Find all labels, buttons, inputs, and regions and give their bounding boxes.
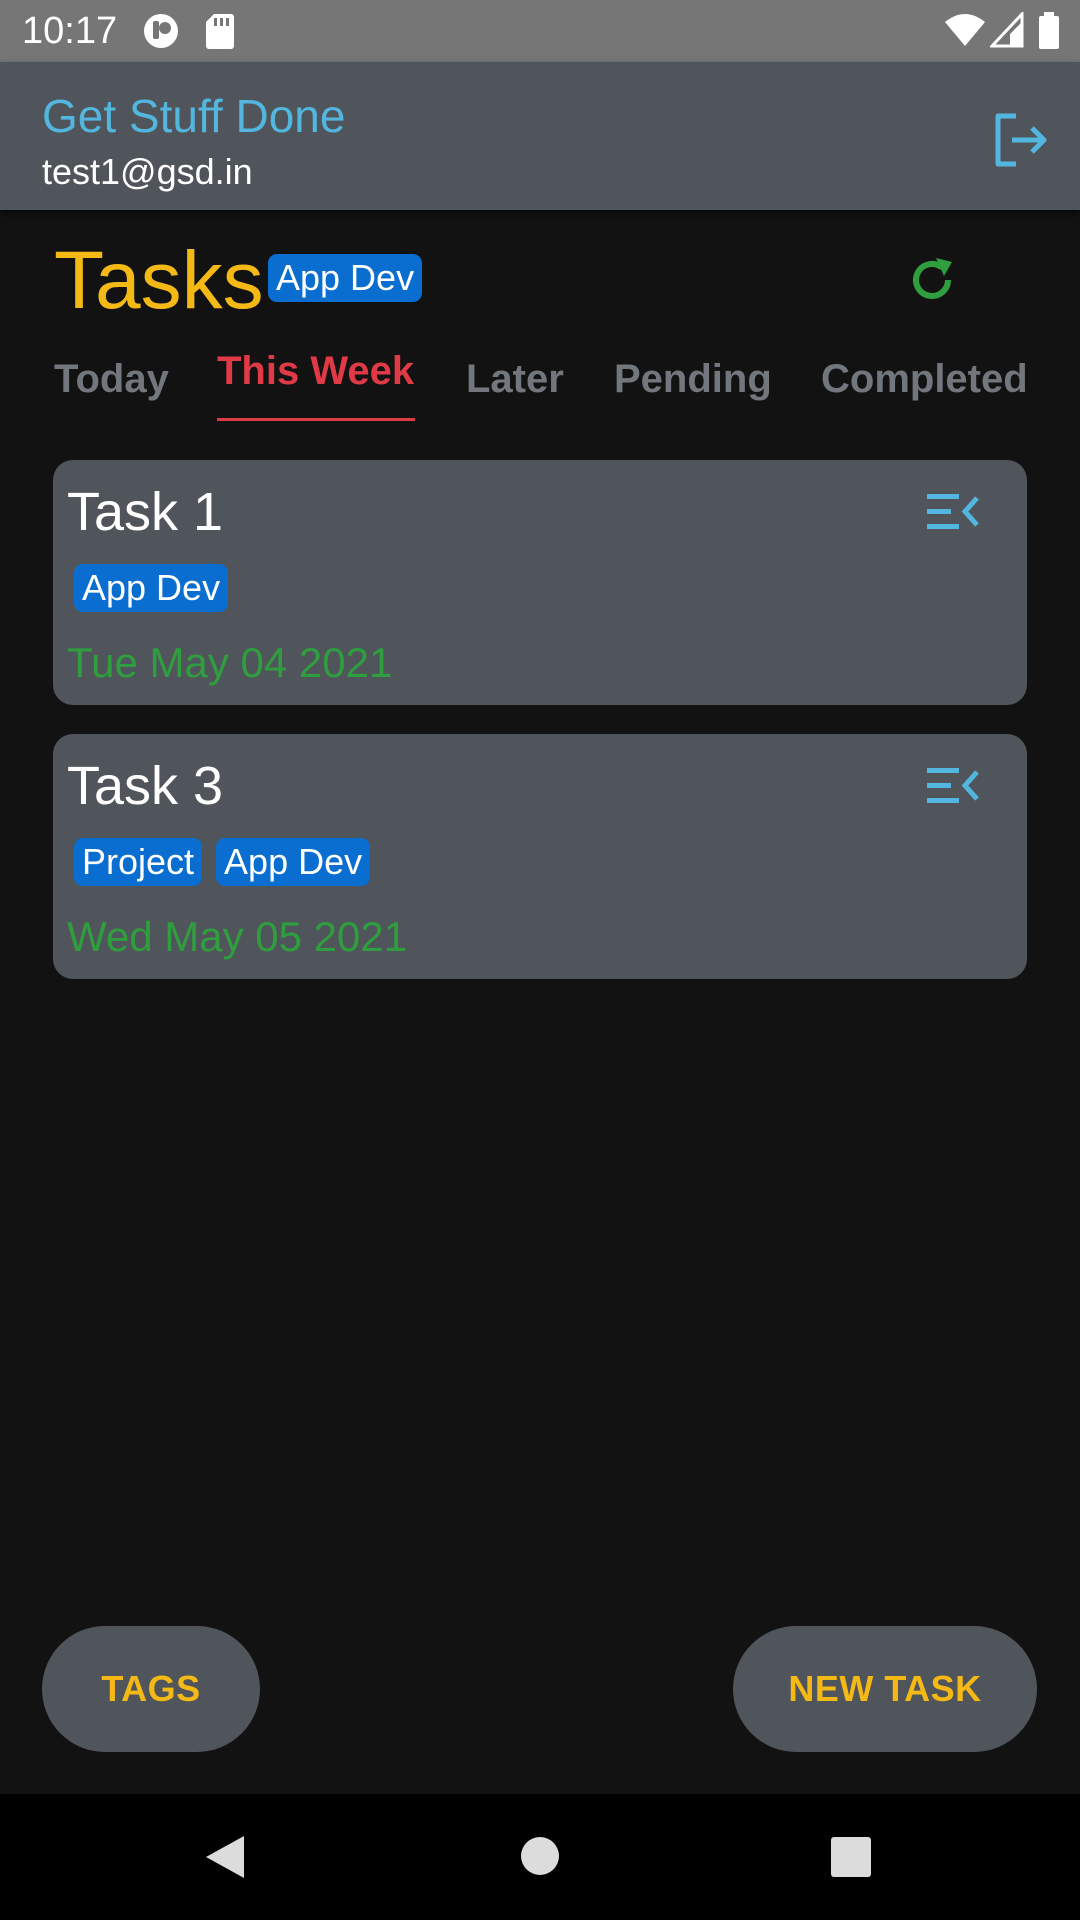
system-nav-bar <box>0 1794 1080 1920</box>
wifi-icon <box>945 14 985 46</box>
task-card[interactable]: Task 3 Project App Dev Wed May 05 2021 <box>53 734 1027 979</box>
battery-icon <box>1039 12 1059 49</box>
menu-collapse-icon[interactable] <box>925 762 981 810</box>
active-tab-indicator <box>217 418 415 421</box>
status-bar: 10:17 <box>0 0 1080 62</box>
task-tag[interactable]: Project <box>74 838 203 886</box>
tab-later[interactable]: Later <box>466 354 564 404</box>
refresh-icon[interactable] <box>906 254 958 306</box>
task-due-date: Wed May 05 2021 <box>67 913 408 960</box>
back-icon[interactable] <box>204 1834 246 1880</box>
task-tag[interactable]: App Dev <box>74 564 229 612</box>
task-title: Task 1 <box>67 482 224 542</box>
tab-pending[interactable]: Pending <box>614 354 772 404</box>
task-tag[interactable]: App Dev <box>216 838 371 886</box>
home-icon[interactable] <box>520 1836 560 1876</box>
cell-signal-icon <box>990 12 1024 48</box>
app-bar: Get Stuff Done test1@gsd.in <box>0 62 1080 210</box>
app-title: Get Stuff Done <box>42 90 346 142</box>
tab-this-week[interactable]: This Week <box>217 346 414 396</box>
status-time: 10:17 <box>22 10 118 52</box>
sd-card-icon <box>206 14 234 49</box>
task-tags: App Dev <box>74 564 242 612</box>
user-email: test1@gsd.in <box>42 151 253 192</box>
logout-icon[interactable] <box>990 110 1050 170</box>
task-tags: Project App Dev <box>74 838 384 886</box>
notification-app-icon <box>144 14 178 48</box>
tab-completed[interactable]: Completed <box>821 354 1028 404</box>
tags-button[interactable]: TAGS <box>42 1626 260 1752</box>
task-due-date: Tue May 04 2021 <box>67 639 393 686</box>
task-title: Task 3 <box>67 756 224 816</box>
task-card[interactable]: Task 1 App Dev Tue May 04 2021 <box>53 460 1027 705</box>
tab-bar: Today This Week Later Pending Completed <box>0 346 1080 426</box>
menu-collapse-icon[interactable] <box>925 488 981 536</box>
page-title: Tasks <box>54 235 264 326</box>
active-filter-tag[interactable]: App Dev <box>268 254 423 302</box>
tab-today[interactable]: Today <box>54 354 169 404</box>
new-task-button[interactable]: NEW TASK <box>733 1626 1037 1752</box>
recents-icon[interactable] <box>831 1837 871 1877</box>
